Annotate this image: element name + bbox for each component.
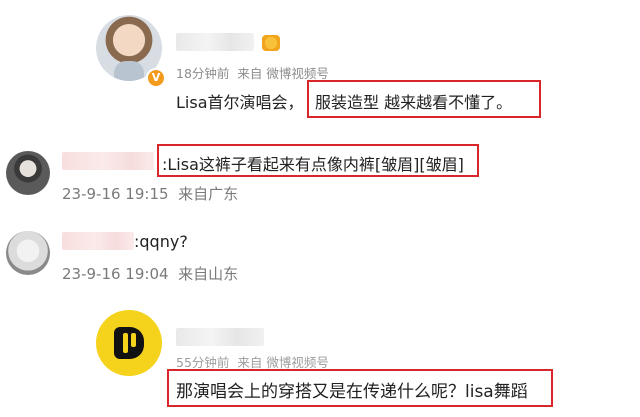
comment-meta: 23-9-16 19:04 来自山东 — [62, 263, 238, 284]
username-redacted[interactable] — [176, 328, 264, 346]
comment-text-highlight: 服装造型 越来越看不懂了。 — [315, 93, 513, 112]
comment-text: :Lisa这裤子看起来有点像内裤[皱眉][皱眉] — [162, 155, 464, 174]
comment-source: 来自 微博视频号 — [237, 66, 329, 81]
level-badge-icon — [262, 35, 280, 51]
comment-date: 23-9-16 19:15 — [62, 185, 169, 203]
username-redacted[interactable] — [62, 232, 134, 250]
avatar[interactable] — [6, 151, 50, 195]
comment-text: 那演唱会上的穿搭又是在传递什么呢？lisa舞蹈 — [176, 382, 528, 402]
comment-text-prefix: Lisa首尔演唱会， — [176, 93, 304, 112]
avatar[interactable] — [96, 310, 162, 376]
comment-meta: 23-9-16 19:15 来自广东 — [62, 183, 238, 204]
comment-time: 18分钟前 — [176, 66, 230, 81]
comment-date: 23-9-16 19:04 — [62, 265, 169, 283]
comment-meta: 18分钟前 来自 微博视频号 — [176, 63, 329, 82]
username-redacted[interactable] — [176, 33, 254, 51]
logo-icon — [114, 327, 144, 359]
comment-location: 来自广东 — [178, 185, 239, 203]
avatar[interactable] — [6, 231, 50, 275]
comment-location: 来自山东 — [178, 265, 239, 283]
vip-v-icon: V — [146, 68, 166, 88]
comment-time: 55分钟前 — [176, 355, 230, 370]
comment-text: :qqny? — [134, 232, 188, 251]
username-redacted[interactable] — [62, 152, 154, 170]
comment-source: 来自 微博视频号 — [237, 355, 329, 370]
